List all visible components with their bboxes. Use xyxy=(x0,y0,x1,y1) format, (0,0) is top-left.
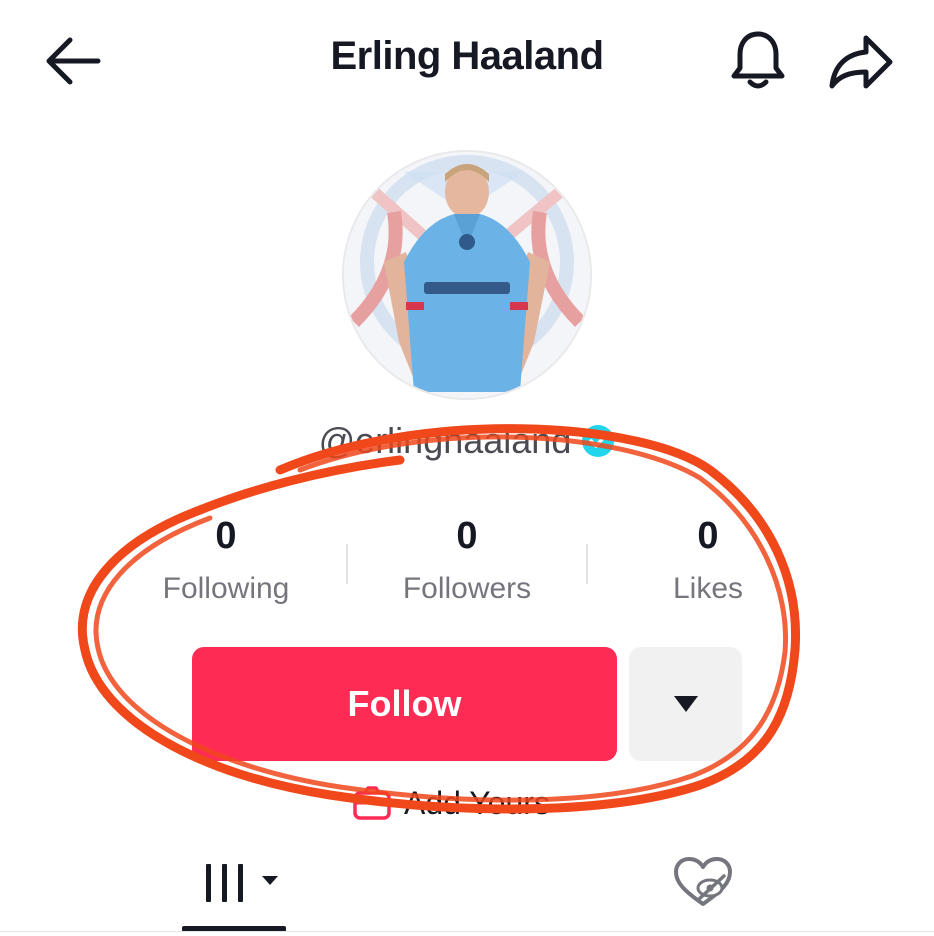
verified-badge-icon xyxy=(582,425,615,457)
following-count: 0 xyxy=(215,515,237,557)
following-label: Following xyxy=(162,572,290,605)
avatar[interactable] xyxy=(342,150,592,400)
bell-icon xyxy=(731,31,785,89)
stat-divider xyxy=(586,544,588,584)
likes-label: Likes xyxy=(672,572,744,605)
followers-count: 0 xyxy=(456,515,478,557)
add-yours-label: Add Yours xyxy=(404,784,550,821)
grid-icon xyxy=(206,864,278,902)
tab-videos[interactable] xyxy=(182,850,286,916)
more-options-button[interactable] xyxy=(629,647,742,761)
caret-down-icon xyxy=(673,696,698,712)
profile-photo xyxy=(344,152,590,398)
likes-count: 0 xyxy=(697,515,719,557)
page-title: Erling Haaland xyxy=(330,34,604,78)
tab-bar-divider xyxy=(0,931,934,932)
stat-followers[interactable]: 0 Followers xyxy=(367,515,567,606)
tab-liked[interactable] xyxy=(668,852,738,912)
notification-button[interactable] xyxy=(724,26,792,94)
stat-divider xyxy=(346,544,348,584)
follow-button[interactable]: Follow xyxy=(192,647,617,761)
camera-icon xyxy=(353,786,391,820)
stat-likes[interactable]: 0 Likes xyxy=(608,515,808,606)
username-row: @erlinghaaland xyxy=(0,420,934,462)
followers-label: Followers xyxy=(402,572,532,605)
hidden-heart-icon xyxy=(674,857,732,906)
stat-following[interactable]: 0 Following xyxy=(126,515,326,606)
username: @erlinghaaland xyxy=(318,420,572,461)
share-arrow-icon xyxy=(829,35,893,89)
add-yours-link[interactable]: Add Yours xyxy=(352,780,550,826)
share-button[interactable] xyxy=(824,30,898,94)
